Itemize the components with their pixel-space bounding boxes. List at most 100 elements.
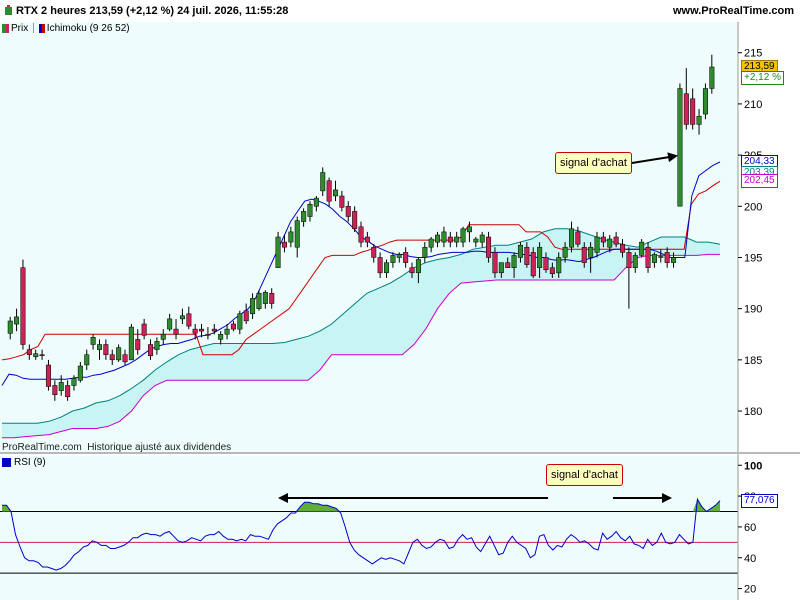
candle-body [390, 255, 396, 263]
price-label-5: 77,076 [741, 493, 778, 508]
price-legend: Prix Ichimoku (9 26 52) [2, 23, 130, 34]
candle-body [600, 236, 606, 243]
candle-body [148, 344, 154, 357]
candle [677, 83, 683, 207]
candle-body [313, 197, 319, 207]
candle-body [396, 254, 402, 258]
candle-body [696, 115, 702, 125]
candle-body [594, 236, 600, 253]
candle-body [428, 238, 434, 248]
candle-body [141, 323, 147, 336]
candle-body [479, 234, 485, 243]
candle-body [498, 262, 504, 274]
candle-body [33, 353, 39, 358]
candle-body [345, 206, 351, 217]
candle-body [326, 180, 332, 202]
legend-rsi-label[interactable]: RSI (9) [14, 457, 46, 468]
candle-body [530, 252, 536, 277]
candle-body [167, 318, 173, 330]
candle-body [415, 259, 421, 274]
candle-body [97, 344, 103, 350]
candle-body [281, 241, 287, 248]
price-tick-200: 200 [744, 201, 762, 213]
ichimoku-legend-icon-kijun [41, 23, 45, 33]
candle-body [486, 236, 492, 258]
candle-body [620, 243, 626, 253]
candle-body [702, 88, 708, 115]
candle-body [58, 382, 64, 391]
candle [256, 290, 262, 311]
price-tick-210: 210 [744, 99, 762, 111]
candle-body [358, 226, 364, 243]
candle-body [371, 246, 377, 258]
candle-body [683, 93, 689, 125]
candle-body [403, 252, 409, 263]
buy-signal-annotation-rsi[interactable]: signal d'achat [546, 464, 623, 486]
legend-ichimoku-label[interactable]: Ichimoku (9 26 52) [47, 23, 130, 34]
candle-body [250, 298, 256, 315]
price-label-4: 202,45 [741, 174, 778, 189]
candle-body [84, 354, 90, 366]
candle-body [645, 246, 651, 268]
candle-body [588, 246, 594, 258]
candle-body [409, 267, 415, 274]
candle-body [275, 236, 281, 268]
candle-body [243, 310, 249, 322]
rsi-tick-20: 20 [744, 584, 756, 596]
candle-body [26, 349, 32, 355]
site-link[interactable]: www.ProRealTime.com [673, 5, 794, 17]
legend-divider [33, 23, 35, 34]
candle-body [237, 313, 243, 330]
candle-body [179, 315, 185, 320]
price-tick-215: 215 [744, 48, 762, 60]
buy-signal-annotation-price[interactable]: signal d'achat [555, 152, 632, 174]
candle-body [211, 328, 217, 332]
candle-body [505, 262, 511, 268]
candle-body [466, 226, 472, 233]
candle-body [549, 267, 555, 275]
price-tick-195: 195 [744, 252, 762, 264]
candle-body [288, 231, 294, 243]
price-tick-185: 185 [744, 355, 762, 367]
candle-body [352, 211, 358, 230]
candle-body [103, 344, 109, 355]
candle-body [569, 228, 575, 248]
candle-body [435, 234, 441, 243]
candle-body [460, 228, 466, 243]
candle-body [441, 231, 447, 243]
candle-body [524, 246, 530, 265]
candle-body [160, 334, 166, 340]
candle-body [301, 211, 307, 222]
candle-body [651, 254, 657, 263]
rsi-tick-100: 100 [744, 460, 762, 472]
candle-body [173, 328, 179, 335]
candle-body [339, 195, 345, 208]
candle-body [543, 257, 549, 271]
candle-body [709, 66, 715, 89]
candle-body [224, 328, 230, 335]
candle-body [384, 262, 390, 274]
candle-body [294, 220, 300, 248]
candle-body [109, 354, 115, 361]
candle-body [154, 341, 160, 350]
candle-body [473, 238, 479, 243]
candle-body [7, 320, 13, 334]
chart-canvas[interactable]: 1801851901952002052102152040608010018222… [0, 22, 800, 600]
candle-body [377, 257, 383, 274]
candle [275, 231, 281, 268]
candle-body [39, 354, 45, 356]
candle-body [192, 328, 198, 334]
candle-body [364, 236, 370, 243]
candle-body [128, 326, 134, 361]
instrument-candle-wick-icon [7, 5, 10, 7]
legend-prix-label[interactable]: Prix [11, 23, 28, 34]
candle-body [333, 189, 339, 197]
candle-body [116, 347, 122, 361]
price-tick-190: 190 [744, 304, 762, 316]
candle-body [262, 292, 268, 304]
candle-body [45, 364, 51, 387]
candle [128, 324, 134, 361]
candle-body [77, 365, 83, 381]
footnote: ProRealTime.com Historique ajusté aux di… [2, 442, 232, 453]
candle-body [581, 246, 587, 263]
